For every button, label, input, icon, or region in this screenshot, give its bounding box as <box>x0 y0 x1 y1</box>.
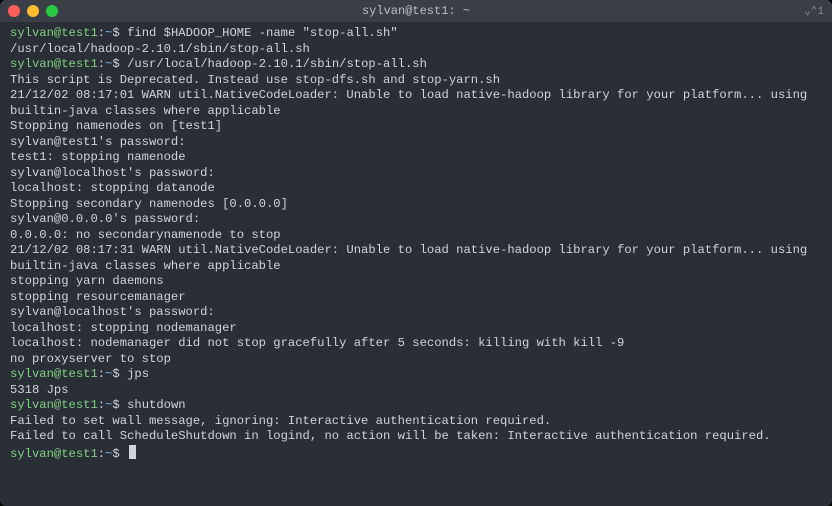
output-line: localhost: stopping nodemanager <box>10 321 822 337</box>
output-line: This script is Deprecated. Instead use s… <box>10 73 822 89</box>
output-text: Stopping namenodes on [test1] <box>10 119 222 133</box>
output-line: 5318 Jps <box>10 383 822 399</box>
prompt-line: sylvan@test1:~$ jps <box>10 367 822 383</box>
output-line: 0.0.0.0: no secondarynamenode to stop <box>10 228 822 244</box>
output-line: Failed to set wall message, ignoring: In… <box>10 414 822 430</box>
window-title-right: ⌄⌃1 <box>804 4 824 18</box>
output-text: sylvan@0.0.0.0's password: <box>10 212 200 226</box>
output-line: sylvan@0.0.0.0's password: <box>10 212 822 228</box>
output-line: localhost: nodemanager did not stop grac… <box>10 336 822 352</box>
output-text: test1: stopping namenode <box>10 150 186 164</box>
terminal-window: sylvan@test1: ~ ⌄⌃1 sylvan@test1:~$ find… <box>0 0 832 506</box>
prompt-sigil: $ <box>112 367 127 381</box>
output-line: test1: stopping namenode <box>10 150 822 166</box>
output-line: Failed to call ScheduleShutdown in login… <box>10 429 822 445</box>
output-line: sylvan@test1's password: <box>10 135 822 151</box>
output-line: /usr/local/hadoop-2.10.1/sbin/stop-all.s… <box>10 42 822 58</box>
output-text: no proxyserver to stop <box>10 352 171 366</box>
prompt-userhost: sylvan@test1 <box>10 367 98 381</box>
traffic-lights <box>8 5 58 17</box>
output-text: 21/12/02 08:17:31 WARN util.NativeCodeLo… <box>10 243 815 273</box>
prompt-colon: : <box>98 367 105 381</box>
output-text: localhost: stopping nodemanager <box>10 321 237 335</box>
output-line: no proxyserver to stop <box>10 352 822 368</box>
prompt-userhost: sylvan@test1 <box>10 26 98 40</box>
output-text: sylvan@localhost's password: <box>10 305 215 319</box>
prompt-line: sylvan@test1:~$ <box>10 445 822 463</box>
maximize-icon[interactable] <box>46 5 58 17</box>
close-icon[interactable] <box>8 5 20 17</box>
output-text: 21/12/02 08:17:01 WARN util.NativeCodeLo… <box>10 88 815 118</box>
output-text: sylvan@test1's password: <box>10 135 186 149</box>
prompt-colon: : <box>98 447 105 461</box>
command-text: /usr/local/hadoop-2.10.1/sbin/stop-all.s… <box>127 57 427 71</box>
output-text: This script is Deprecated. Instead use s… <box>10 73 500 87</box>
output-text: localhost: nodemanager did not stop grac… <box>10 336 624 350</box>
prompt-sigil: $ <box>112 26 127 40</box>
command-text: find $HADOOP_HOME -name "stop-all.sh" <box>127 26 398 40</box>
output-text: sylvan@localhost's password: <box>10 166 215 180</box>
output-text: Failed to call ScheduleShutdown in login… <box>10 429 771 443</box>
prompt-colon: : <box>98 57 105 71</box>
prompt-sigil: $ <box>112 398 127 412</box>
cursor-icon <box>129 445 136 459</box>
prompt-userhost: sylvan@test1 <box>10 398 98 412</box>
output-text: stopping yarn daemons <box>10 274 164 288</box>
output-line: 21/12/02 08:17:01 WARN util.NativeCodeLo… <box>10 88 822 119</box>
minimize-icon[interactable] <box>27 5 39 17</box>
prompt-userhost: sylvan@test1 <box>10 57 98 71</box>
window-title: sylvan@test1: ~ <box>0 4 832 18</box>
command-text: jps <box>127 367 149 381</box>
output-line: localhost: stopping datanode <box>10 181 822 197</box>
output-text: localhost: stopping datanode <box>10 181 215 195</box>
prompt-sigil: $ <box>112 57 127 71</box>
prompt-userhost: sylvan@test1 <box>10 447 98 461</box>
output-line: Stopping secondary namenodes [0.0.0.0] <box>10 197 822 213</box>
prompt-line: sylvan@test1:~$ find $HADOOP_HOME -name … <box>10 26 822 42</box>
prompt-sigil: $ <box>112 447 127 461</box>
output-text: Failed to set wall message, ignoring: In… <box>10 414 551 428</box>
prompt-colon: : <box>98 26 105 40</box>
output-text: Stopping secondary namenodes [0.0.0.0] <box>10 197 288 211</box>
output-text: 0.0.0.0: no secondarynamenode to stop <box>10 228 281 242</box>
prompt-line: sylvan@test1:~$ shutdown <box>10 398 822 414</box>
command-text: shutdown <box>127 398 186 412</box>
prompt-line: sylvan@test1:~$ /usr/local/hadoop-2.10.1… <box>10 57 822 73</box>
terminal-viewport[interactable]: sylvan@test1:~$ find $HADOOP_HOME -name … <box>0 22 832 506</box>
output-line: 21/12/02 08:17:31 WARN util.NativeCodeLo… <box>10 243 822 274</box>
output-text: 5318 Jps <box>10 383 69 397</box>
output-line: sylvan@localhost's password: <box>10 166 822 182</box>
output-line: Stopping namenodes on [test1] <box>10 119 822 135</box>
output-line: sylvan@localhost's password: <box>10 305 822 321</box>
prompt-colon: : <box>98 398 105 412</box>
output-line: stopping yarn daemons <box>10 274 822 290</box>
titlebar[interactable]: sylvan@test1: ~ ⌄⌃1 <box>0 0 832 22</box>
output-line: stopping resourcemanager <box>10 290 822 306</box>
output-text: /usr/local/hadoop-2.10.1/sbin/stop-all.s… <box>10 42 310 56</box>
output-text: stopping resourcemanager <box>10 290 186 304</box>
